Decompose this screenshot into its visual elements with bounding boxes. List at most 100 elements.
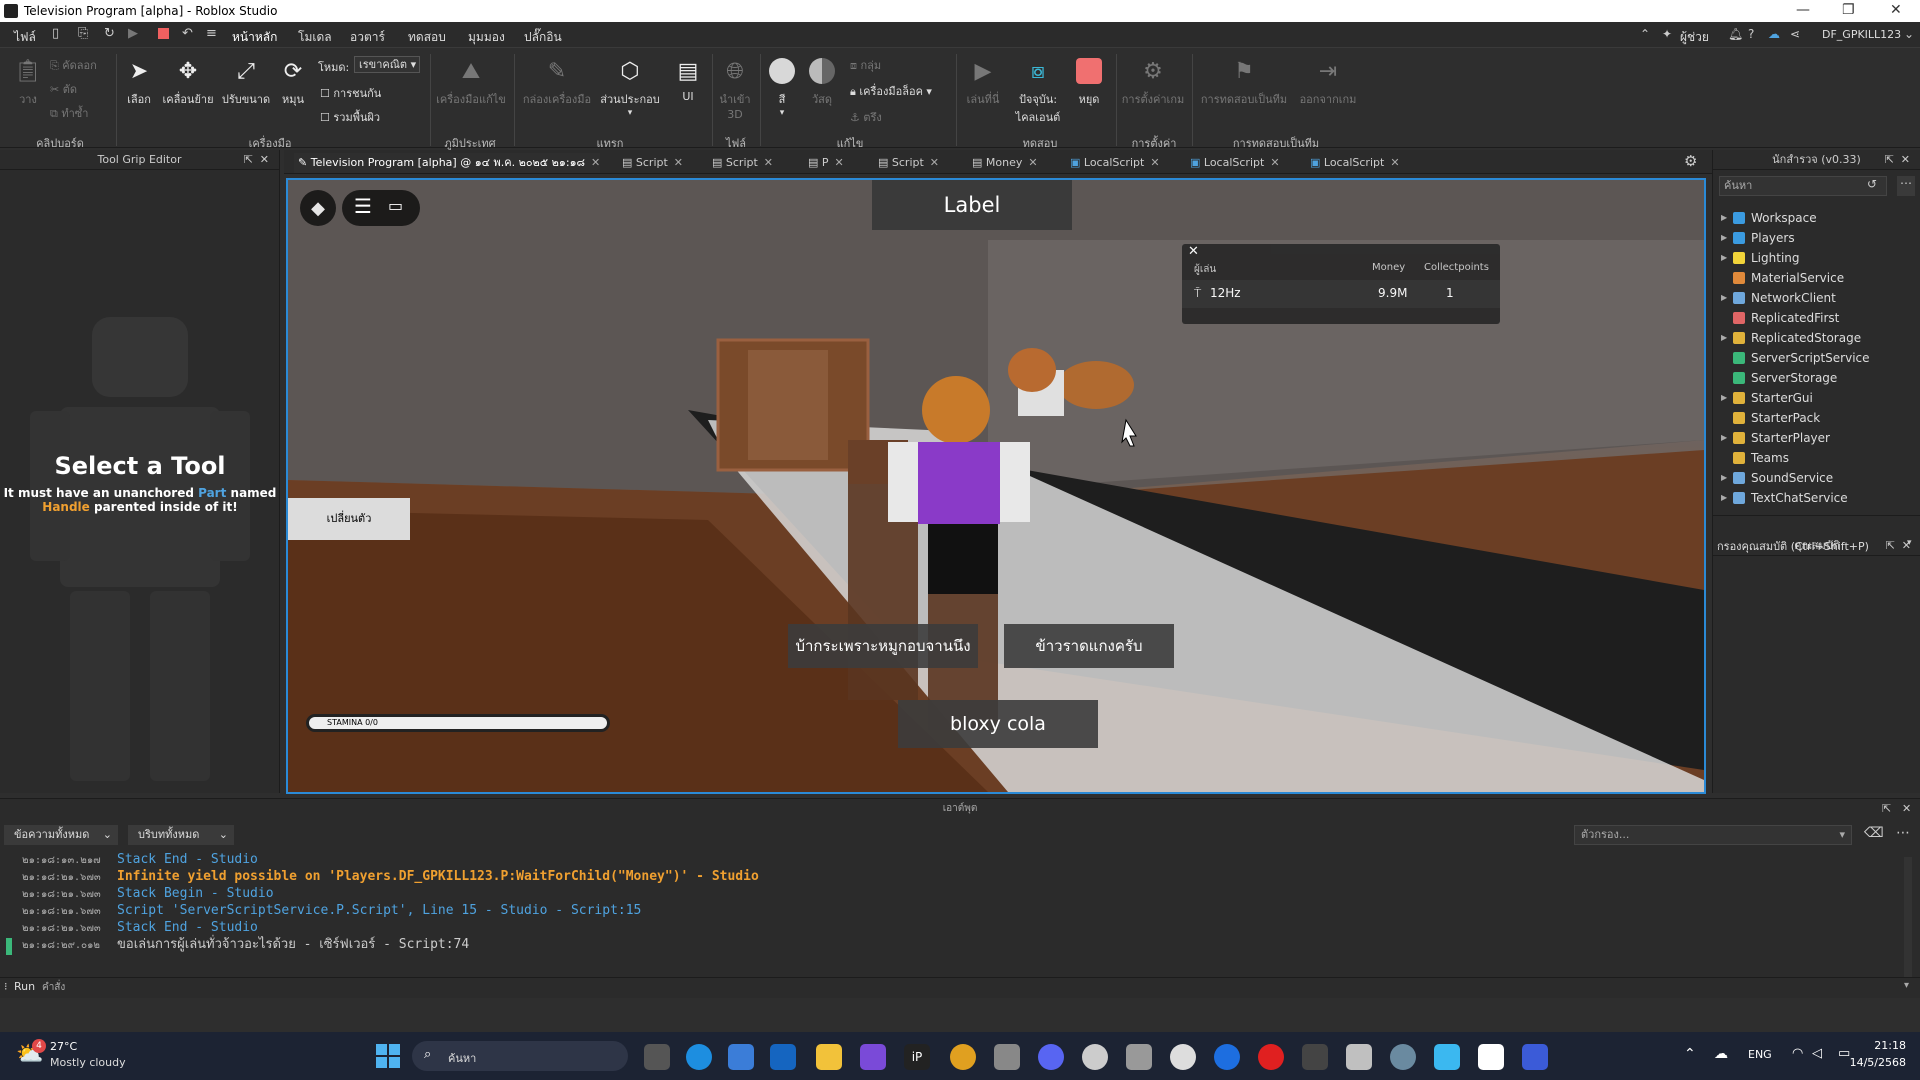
rotate-tool-button[interactable]: ⟳ หมุน [276, 56, 310, 108]
expand-arrow-icon[interactable]: ▶ [1721, 248, 1727, 268]
assistant-icon[interactable]: ✦ [1662, 27, 1672, 41]
move-tool-button[interactable]: ✥ เคลื่อนย้าย [160, 56, 216, 108]
file-explorer-icon[interactable] [816, 1044, 842, 1070]
open-file-icon[interactable]: ⎘ [78, 26, 88, 41]
scale-tool-button[interactable]: ⤢ ปรับขนาด [220, 56, 272, 108]
onedrive-icon[interactable]: ☁ [1714, 1046, 1728, 1062]
collapse-ribbon-icon[interactable]: ⌃ [1640, 27, 1650, 41]
order-option-a[interactable]: บ้ากระเพราะหมูกอบจานนึง [788, 624, 978, 668]
terminal-icon[interactable] [1302, 1044, 1328, 1070]
expand-arrow-icon[interactable]: ▶ [1721, 288, 1727, 308]
maximize-icon[interactable]: ❐ [1842, 2, 1855, 18]
clock-date[interactable]: 14/5/2568 [1836, 1056, 1906, 1069]
undock-icon[interactable]: ⇱ [244, 150, 253, 170]
tab-script[interactable]: ▤ Script ✕ [708, 153, 773, 173]
duplicate-button[interactable]: ⧉ ทำซ้ำ [50, 104, 88, 122]
close-tab-icon[interactable]: ✕ [930, 156, 939, 169]
new-file-icon[interactable]: ▯ [52, 26, 59, 41]
menu-model[interactable]: โมเดล [298, 28, 332, 47]
terrain-editor-button[interactable]: ⛰ เครื่องมือแก้ไข [434, 56, 508, 108]
order-option-c[interactable]: bloxy cola [898, 700, 1098, 748]
app-icon[interactable] [1082, 1044, 1108, 1070]
menu-avatar[interactable]: อวตาร์ [350, 28, 385, 47]
explorer-search-input[interactable]: ค้นหา [1719, 176, 1887, 196]
messenger-icon[interactable] [1214, 1044, 1240, 1070]
chevron-down-icon[interactable]: ▾ [1907, 538, 1912, 548]
tab-p[interactable]: ▤ P ✕ [804, 153, 844, 173]
discord-icon[interactable] [1038, 1044, 1064, 1070]
volume-icon[interactable]: ◁ [1812, 1046, 1822, 1061]
assistant-button[interactable]: ผู้ช่วย [1680, 28, 1709, 47]
close-panel-icon[interactable]: ✕ [1901, 150, 1910, 170]
explorer-item[interactable]: ▶ NetworkClient [1713, 288, 1913, 308]
cut-button[interactable]: ✂ ตัด [50, 80, 77, 98]
current-client-button[interactable]: ⧇ ปัจจุบัน: ไคลเอนต์ [1010, 56, 1066, 126]
expand-arrow-icon[interactable]: ▶ [1721, 328, 1727, 348]
game-viewport[interactable]: ◆ ☰ ▭ Label เปลี่ยนตัว ✕ ผู้เล่น Money C… [286, 178, 1706, 794]
more-options-icon[interactable]: ⋯ [1896, 825, 1910, 841]
join-surfaces-checkbox[interactable]: ☐ รวมพื้นผิว [320, 108, 380, 126]
select-tool-button[interactable]: ➤ เลือก [122, 56, 156, 108]
tab-money[interactable]: ▤ Money ✕ [968, 153, 1038, 173]
jetbrains-icon[interactable]: iP [904, 1044, 930, 1070]
notepad-icon[interactable] [1434, 1044, 1460, 1070]
expand-arrow-icon[interactable]: ▶ [1721, 428, 1727, 448]
lock-tool-button[interactable]: 🔒︎ เครื่องมือล็อค ▾ [850, 82, 932, 100]
leaderboard-close-icon[interactable]: ✕ [1188, 244, 1199, 259]
explorer-item[interactable]: Teams [1713, 448, 1913, 468]
explorer-item[interactable]: StarterPack [1713, 408, 1913, 428]
collisions-checkbox[interactable]: ☐ การชนกัน [320, 84, 381, 102]
context-filter-select[interactable]: บริบททั้งหมด ⌄ [128, 825, 234, 845]
explorer-item[interactable]: ▶ Workspace [1713, 208, 1913, 228]
game-settings-button[interactable]: ⚙ การตั้งค่าเกม [1118, 56, 1188, 108]
output-filter-input[interactable]: ตัวกรอง... ▾ [1574, 825, 1852, 845]
media-player-icon[interactable] [1258, 1044, 1284, 1070]
visual-studio-icon[interactable] [860, 1044, 886, 1070]
color-button[interactable]: สี ▾ [762, 56, 802, 118]
share-icon[interactable]: ⋖ [1790, 27, 1800, 41]
tray-expand-icon[interactable]: ⌃ [1684, 1046, 1696, 1062]
close-tab-icon[interactable]: ✕ [835, 156, 844, 169]
chat-icon[interactable]: ▭ [388, 196, 403, 215]
play-here-button[interactable]: ▶ เล่นที่นี่ [958, 56, 1008, 108]
change-character-button[interactable]: เปลี่ยนตัว [288, 498, 410, 540]
tab-place[interactable]: ✎ Television Program [alpha] @ ๑๔ พ.ค. ๒… [294, 153, 601, 173]
clock-time[interactable]: 21:18 [1846, 1039, 1906, 1052]
close-tab-icon[interactable]: ✕ [1270, 156, 1279, 169]
explorer-item[interactable]: ReplicatedFirst [1713, 308, 1913, 328]
menu-view[interactable]: มุมมอง [468, 28, 505, 47]
material-button[interactable]: วัสดุ [802, 56, 842, 108]
minimize-icon[interactable]: — [1796, 2, 1810, 18]
play-small-icon[interactable]: ▶ [128, 26, 138, 41]
more-options-icon[interactable]: ⋯ [1897, 176, 1915, 196]
expand-arrow-icon[interactable]: ▶ [1721, 488, 1727, 508]
windows-start-icon[interactable] [376, 1044, 400, 1068]
close-tab-icon[interactable]: ✕ [591, 156, 600, 169]
task-view-icon[interactable] [644, 1044, 670, 1070]
tab-localscript[interactable]: ▣ LocalScript ✕ [1186, 153, 1280, 173]
app-icon[interactable] [1390, 1044, 1416, 1070]
redo-icon[interactable]: ↻ [104, 26, 115, 41]
close-tab-icon[interactable]: ✕ [1390, 156, 1399, 169]
import-3d-button[interactable]: 🌐︎ นำเข้า 3D [714, 56, 756, 122]
roblox-menu-icon[interactable]: ◆ [300, 190, 336, 226]
taskbar-search-input[interactable]: ⌕ ค้นหา [412, 1041, 628, 1071]
expand-arrow-icon[interactable]: ▶ [1721, 228, 1727, 248]
history-icon[interactable]: ↺ [1867, 177, 1877, 191]
chevron-down-icon[interactable]: ▾ [1904, 980, 1909, 991]
copy-button[interactable]: ⎘ คัดลอก [50, 56, 97, 74]
store-icon[interactable] [728, 1044, 754, 1070]
menu-file[interactable]: ไฟล์ [14, 28, 36, 47]
explorer-item[interactable]: ▶ StarterPlayer [1713, 428, 1913, 448]
properties-filter-input[interactable]: กรองคุณสมบัติ (Ctrl+Shift+P) [1717, 538, 1917, 556]
quick-access-dropdown-icon[interactable]: ≡ [206, 26, 217, 41]
user-name[interactable]: DF_GPKILL123 [1822, 28, 1901, 41]
user-dropdown-icon[interactable]: ⌄ [1904, 27, 1914, 41]
clear-output-icon[interactable]: ⌫ [1864, 825, 1884, 841]
roblox-studio-taskbar-icon[interactable] [1478, 1044, 1504, 1070]
toolbox-button[interactable]: ✎ กล่องเครื่องมือ [518, 56, 596, 108]
hamburger-menu-icon[interactable]: ☰ [354, 194, 372, 218]
tab-script[interactable]: ▤ Script ✕ [618, 153, 683, 173]
undo-icon[interactable]: ↶ [182, 26, 193, 41]
undock-icon[interactable]: ⇱ [1882, 802, 1891, 815]
